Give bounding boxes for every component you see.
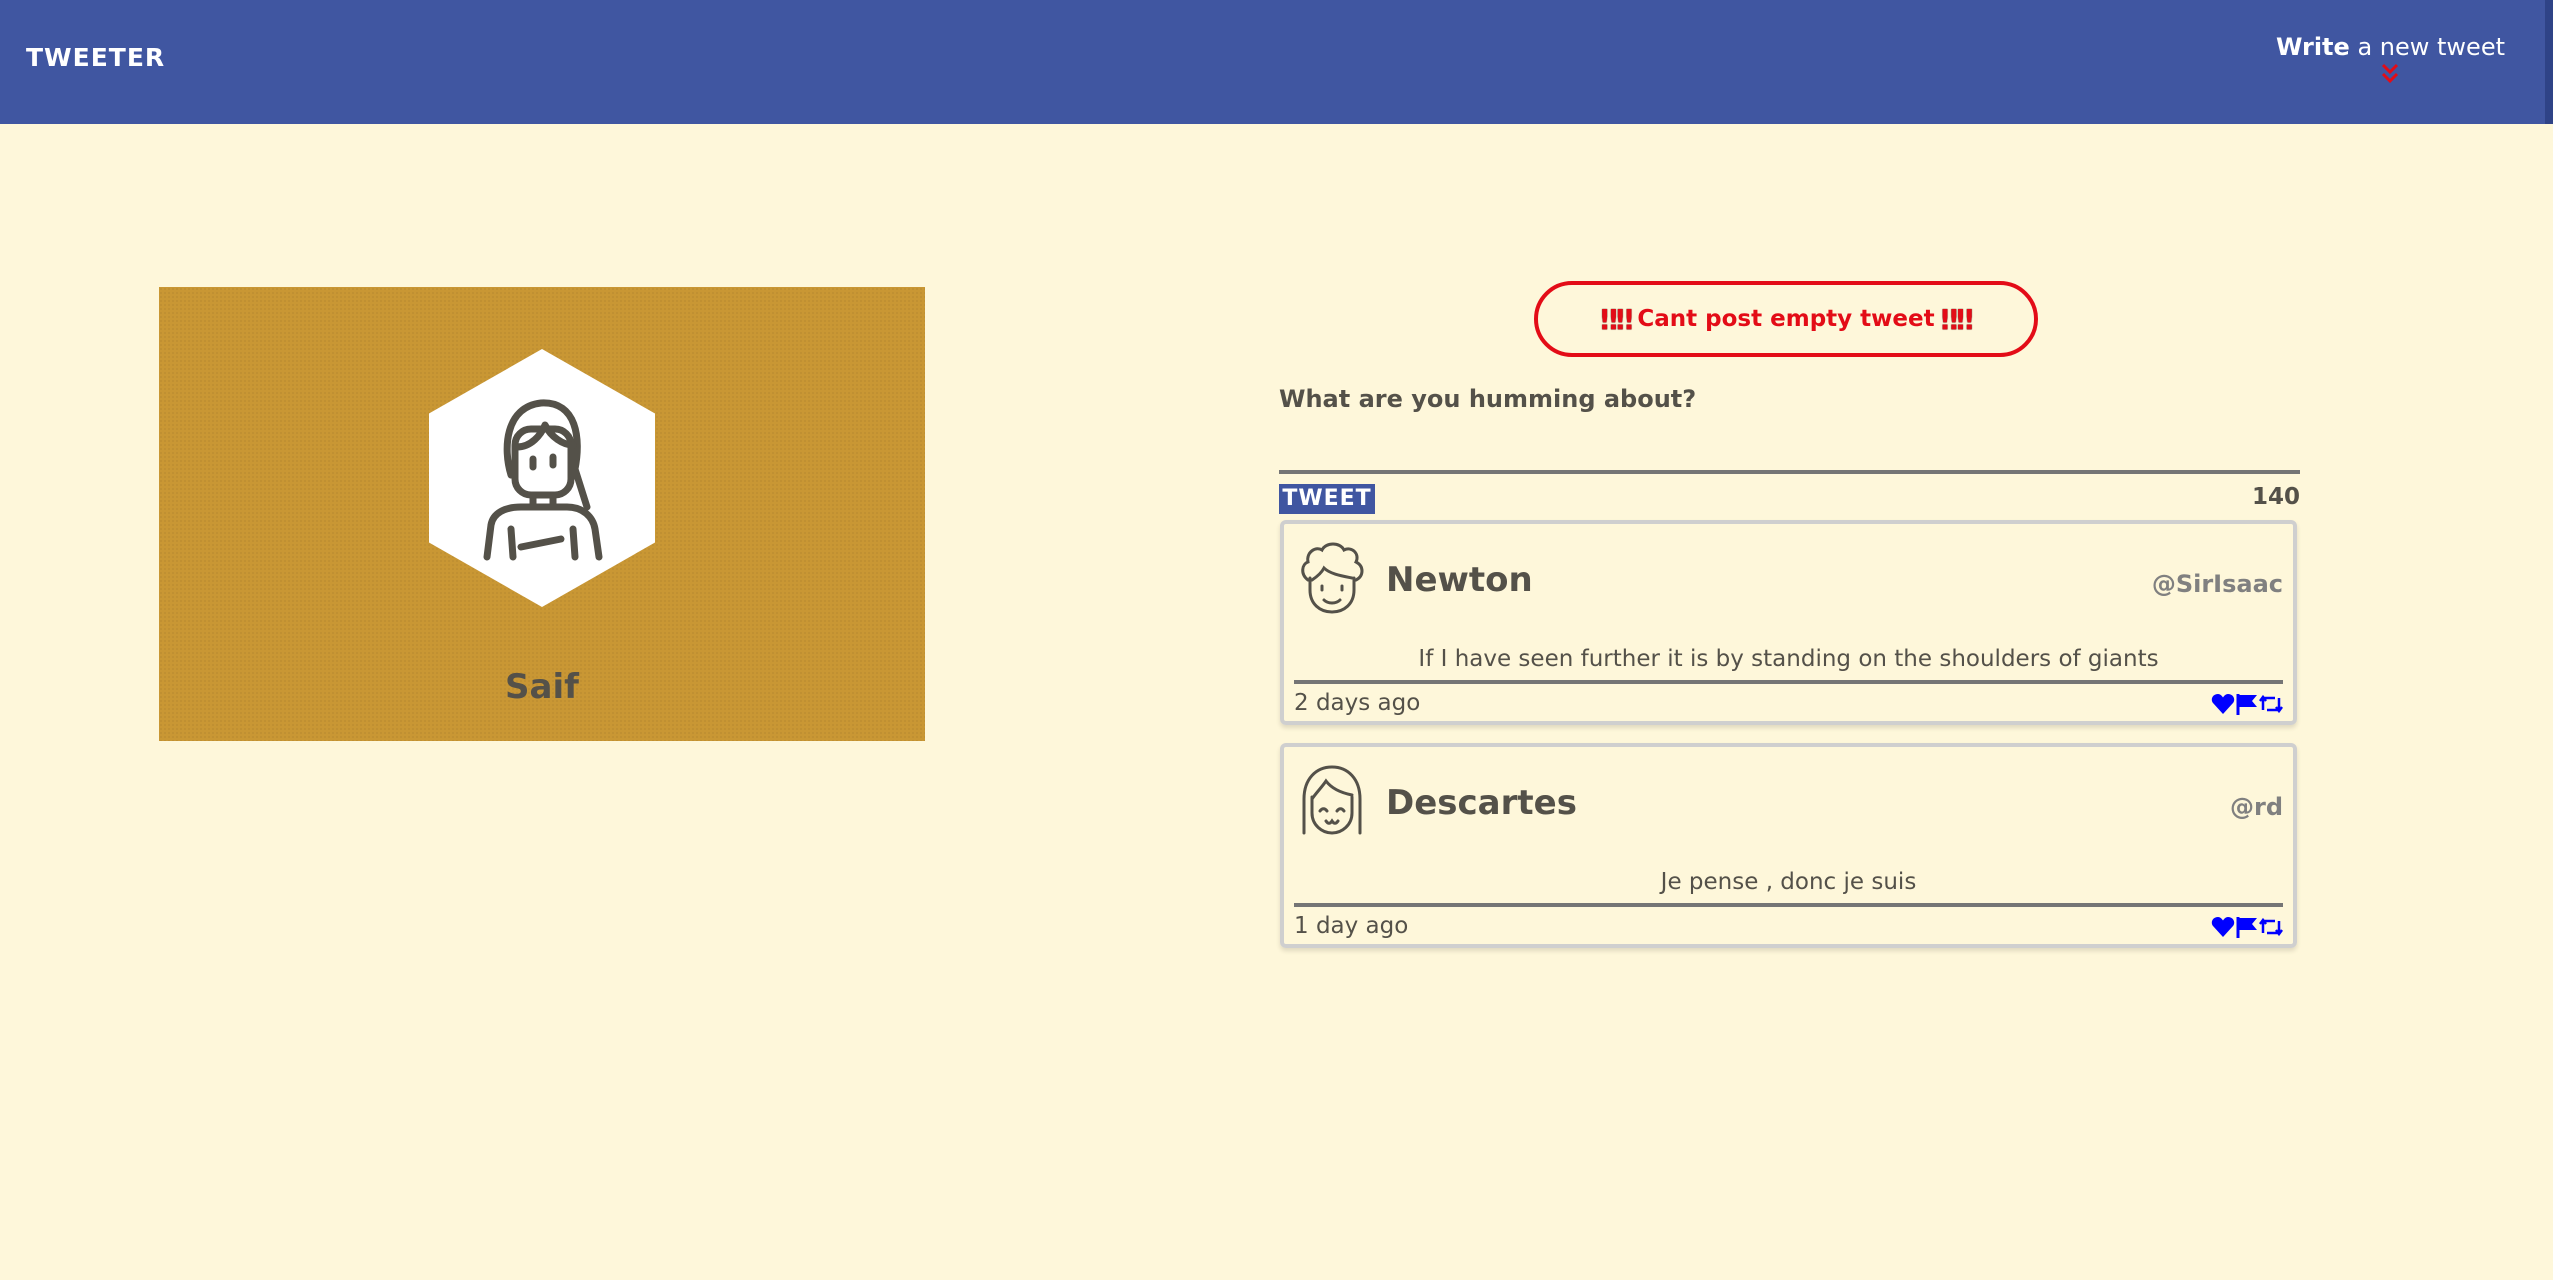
compose-label-rest: a new tweet (2349, 33, 2505, 61)
heart-icon[interactable] (2211, 915, 2235, 939)
brand-logo[interactable]: TWEETER (26, 43, 165, 72)
tweet-content: Je pense , donc je suis (1660, 869, 1917, 895)
tweet-divider (1294, 903, 2283, 907)
tweet-author-name: Descartes (1386, 783, 1577, 823)
tweet-content: If I have seen further it is by standing… (1418, 646, 2159, 672)
error-text: Cant post empty tweet (1637, 306, 1935, 332)
curly-hair-avatar-icon (1301, 542, 1364, 614)
error-message: ‼‼ Cant post empty tweet ‼‼ (1534, 281, 2038, 357)
user-avatar-icon (483, 399, 603, 561)
tweet-actions (2211, 692, 2283, 716)
heart-icon[interactable] (2211, 692, 2235, 716)
error-mark-left: ‼‼ (1600, 302, 1633, 336)
tweet-divider (1294, 680, 2283, 684)
tweet-author-handle: @SirIsaac (2151, 570, 2283, 598)
tweet-timestamp: 2 days ago (1294, 690, 1421, 716)
write-new-tweet-button[interactable]: Write a new tweet (2276, 33, 2505, 85)
double-chevron-down-icon[interactable] (2378, 63, 2402, 85)
compose-label-bold: Write (2275, 33, 2350, 61)
bob-hair-avatar-icon (1302, 765, 1362, 835)
top-nav: TWEETER Write a new tweet (0, 0, 2553, 124)
tweet-prompt-label: What are you humming about? (1279, 385, 1697, 413)
error-mark-right: ‼‼ (1940, 302, 1974, 336)
profile-card: Saif (159, 287, 925, 741)
tweet-card: Descartes @rd Je pense , donc je suis 1 … (1280, 743, 2297, 948)
tweet-textarea[interactable] (1279, 470, 2300, 474)
retweet-icon[interactable] (2259, 692, 2283, 716)
tweet-author-handle: @rd (2229, 793, 2283, 821)
tweet-timestamp: 1 day ago (1294, 913, 1409, 939)
tweet-card: Newton @SirIsaac If I have seen further … (1280, 520, 2297, 725)
flag-icon[interactable] (2235, 692, 2259, 716)
tweet-submit-button[interactable]: TWEET (1279, 484, 1375, 514)
flag-icon[interactable] (2235, 915, 2259, 939)
tweet-author-name: Newton (1386, 560, 1533, 600)
profile-name: Saif (505, 667, 579, 707)
tweet-actions (2211, 915, 2283, 939)
retweet-icon[interactable] (2259, 915, 2283, 939)
profile-avatar (429, 349, 655, 607)
character-counter: 140 (2251, 484, 2300, 510)
